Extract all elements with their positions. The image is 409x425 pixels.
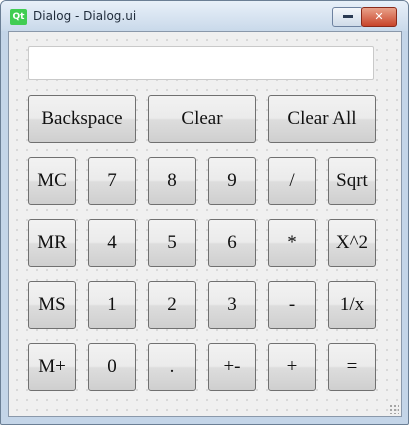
digit-2-button[interactable]: 2 bbox=[148, 281, 196, 329]
multiply-button[interactable]: * bbox=[268, 219, 316, 267]
subtract-button[interactable]: - bbox=[268, 281, 316, 329]
clear-all-button[interactable]: Clear All bbox=[268, 95, 376, 143]
dialog-client-area: Backspace Clear Clear All MC 7 8 9 / Sqr… bbox=[8, 31, 402, 417]
digit-5-button[interactable]: 5 bbox=[148, 219, 196, 267]
clear-button[interactable]: Clear bbox=[148, 95, 256, 143]
title-bar[interactable]: Qt Dialog - Dialog.ui ✕ bbox=[1, 1, 408, 31]
dialog-window: Qt Dialog - Dialog.ui ✕ Backspace Clear … bbox=[0, 0, 409, 425]
digit-0-button[interactable]: 0 bbox=[88, 343, 136, 391]
window-title: Dialog - Dialog.ui bbox=[33, 9, 137, 23]
minimize-button[interactable] bbox=[332, 7, 363, 27]
digit-7-button[interactable]: 7 bbox=[88, 157, 136, 205]
memory-recall-button[interactable]: MR bbox=[28, 219, 76, 267]
digit-6-button[interactable]: 6 bbox=[208, 219, 256, 267]
minimize-icon bbox=[342, 14, 353, 18]
calculator-display[interactable] bbox=[28, 46, 374, 80]
digit-9-button[interactable]: 9 bbox=[208, 157, 256, 205]
add-button[interactable]: + bbox=[268, 343, 316, 391]
resize-grip-icon[interactable] bbox=[389, 404, 399, 414]
digit-4-button[interactable]: 4 bbox=[88, 219, 136, 267]
decimal-point-button[interactable]: . bbox=[148, 343, 196, 391]
sqrt-button[interactable]: Sqrt bbox=[328, 157, 376, 205]
memory-store-button[interactable]: MS bbox=[28, 281, 76, 329]
qt-logo-icon: Qt bbox=[10, 9, 27, 25]
close-icon: ✕ bbox=[374, 10, 384, 23]
digit-1-button[interactable]: 1 bbox=[88, 281, 136, 329]
equals-button[interactable]: = bbox=[328, 343, 376, 391]
close-button[interactable]: ✕ bbox=[361, 7, 397, 27]
memory-add-button[interactable]: M+ bbox=[28, 343, 76, 391]
digit-3-button[interactable]: 3 bbox=[208, 281, 256, 329]
backspace-button[interactable]: Backspace bbox=[28, 95, 136, 143]
reciprocal-button[interactable]: 1/x bbox=[328, 281, 376, 329]
square-button[interactable]: X^2 bbox=[328, 219, 376, 267]
divide-button[interactable]: / bbox=[268, 157, 316, 205]
memory-clear-button[interactable]: MC bbox=[28, 157, 76, 205]
digit-8-button[interactable]: 8 bbox=[148, 157, 196, 205]
change-sign-button[interactable]: +- bbox=[208, 343, 256, 391]
